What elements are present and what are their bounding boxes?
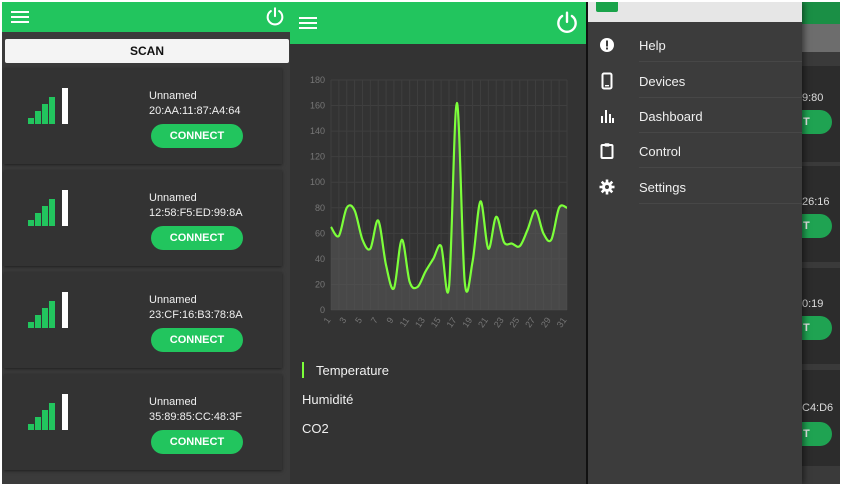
- y-tick-label: 140: [310, 126, 325, 136]
- x-tick-label: 15: [429, 315, 443, 329]
- menu-icon[interactable]: [11, 11, 29, 24]
- legend-humidite[interactable]: Humidité: [302, 392, 353, 407]
- x-tick-label: 21: [476, 315, 490, 329]
- y-tick-label: 180: [310, 75, 325, 85]
- temperature-chart: 0 20 40 60 80 100 120 140 160 180 1 3 5 7 9 11 13 15 17 19 2…: [294, 68, 584, 348]
- x-tick-label: 25: [508, 315, 522, 329]
- background-connect-button[interactable]: T: [802, 214, 832, 238]
- drawer-item-help[interactable]: Help: [588, 28, 802, 62]
- x-tick-label: 27: [523, 315, 537, 329]
- drawer-item-label: Settings: [639, 180, 686, 195]
- y-tick-label: 120: [310, 152, 325, 162]
- legend-temperature[interactable]: Temperature: [302, 362, 389, 378]
- device-card: Unnamed 23:CF:16:B3:78:8A CONNECT: [4, 272, 282, 368]
- x-tick-label: 11: [398, 315, 412, 328]
- x-tick-label: 3: [337, 315, 348, 325]
- dashboard-screen: 0 20 40 60 80 100 120 140 160 180 1 3 5 7 9 11 13 15 17 19 2…: [290, 2, 586, 484]
- background-device-mac: 0:19: [802, 298, 824, 310]
- background-device-mac: C4:D6: [802, 402, 834, 414]
- drawer-item-label: Devices: [639, 74, 686, 89]
- dashboard-app-bar: [290, 2, 586, 44]
- y-tick-label: 40: [315, 254, 325, 264]
- scan-screen: SCAN Unnamed 20:AA:11:87:A4:64 CONNECT U…: [2, 2, 290, 484]
- background-connect-button[interactable]: T: [802, 316, 832, 340]
- menu-icon[interactable]: [299, 17, 317, 30]
- device-mac: 20:AA:11:87:A4:64: [149, 105, 241, 117]
- chart-svg: 0204060801001201401601801 3 5 7 9 11 13 15 17 19 2…: [310, 75, 569, 329]
- y-tick-label: 160: [310, 101, 325, 111]
- x-tick-label: 1: [322, 315, 333, 325]
- clipboard-icon: [600, 143, 614, 159]
- device-card: Unnamed 12:58:F5:ED:99:8A CONNECT: [4, 170, 282, 266]
- gear-icon: [599, 179, 615, 195]
- drawer-item-label: Control: [639, 144, 681, 159]
- x-tick-label: 9: [385, 315, 396, 325]
- x-tick-label: 19: [460, 315, 474, 329]
- connect-button[interactable]: CONNECT: [151, 328, 243, 352]
- device-mac: 35:89:85:CC:48:3F: [149, 411, 242, 423]
- y-tick-label: 80: [315, 203, 325, 213]
- drawer-item-label: Help: [639, 38, 666, 53]
- power-icon[interactable]: [264, 6, 286, 28]
- background-device-card: [802, 370, 840, 466]
- help-icon: [600, 38, 614, 52]
- y-tick-label: 20: [315, 279, 325, 289]
- signal-strength-icon: [28, 292, 72, 328]
- drawer-screen: 9:80 T 26:16 T 0:19 T C4:D6 T Help Devic…: [588, 2, 840, 484]
- connect-button[interactable]: CONNECT: [151, 226, 243, 250]
- signal-strength-icon: [28, 88, 72, 124]
- x-tick-label: 17: [445, 315, 459, 329]
- y-tick-label: 60: [315, 228, 325, 238]
- device-card: Unnamed 35:89:85:CC:48:3F CONNECT: [4, 374, 282, 470]
- phone-icon: [601, 72, 613, 90]
- bar-chart-icon: [601, 110, 614, 123]
- signal-strength-icon: [28, 394, 72, 430]
- x-tick-label: 7: [369, 315, 380, 325]
- app-logo: [596, 2, 618, 12]
- device-name: Unnamed: [149, 294, 197, 306]
- drawer-item-label: Dashboard: [639, 109, 703, 124]
- x-tick-label: 31: [555, 315, 569, 329]
- device-mac: 23:CF:16:B3:78:8A: [149, 309, 243, 321]
- device-mac: 12:58:F5:ED:99:8A: [149, 207, 243, 219]
- device-card: Unnamed 20:AA:11:87:A4:64 CONNECT: [4, 68, 282, 164]
- x-tick-label: 29: [539, 315, 553, 329]
- y-tick-label: 100: [310, 177, 325, 187]
- x-tick-label: 23: [492, 315, 506, 329]
- signal-strength-icon: [28, 190, 72, 226]
- navigation-drawer: Help Devices Dashboard Control Settings: [588, 2, 802, 484]
- background-device-mac: 26:16: [802, 196, 830, 208]
- drawer-item-devices[interactable]: Devices: [588, 64, 802, 98]
- device-name: Unnamed: [149, 192, 197, 204]
- drawer-item-dashboard[interactable]: Dashboard: [588, 99, 802, 133]
- connect-button[interactable]: CONNECT: [151, 124, 243, 148]
- background-connect-button[interactable]: T: [802, 422, 832, 446]
- x-tick-label: 5: [353, 315, 364, 325]
- power-icon[interactable]: [554, 10, 580, 36]
- legend-co2[interactable]: CO2: [302, 421, 329, 436]
- drawer-item-control[interactable]: Control: [588, 134, 802, 168]
- x-tick-label: 13: [413, 315, 427, 329]
- scan-button[interactable]: SCAN: [5, 39, 289, 63]
- device-name: Unnamed: [149, 90, 197, 102]
- y-tick-label: 0: [320, 305, 325, 315]
- background-connect-button[interactable]: T: [802, 110, 832, 134]
- drawer-header: [588, 2, 802, 22]
- drawer-item-settings[interactable]: Settings: [588, 170, 802, 204]
- device-name: Unnamed: [149, 396, 197, 408]
- background-device-mac: 9:80: [802, 92, 824, 104]
- connect-button[interactable]: CONNECT: [151, 430, 243, 454]
- scan-app-bar: [2, 2, 290, 32]
